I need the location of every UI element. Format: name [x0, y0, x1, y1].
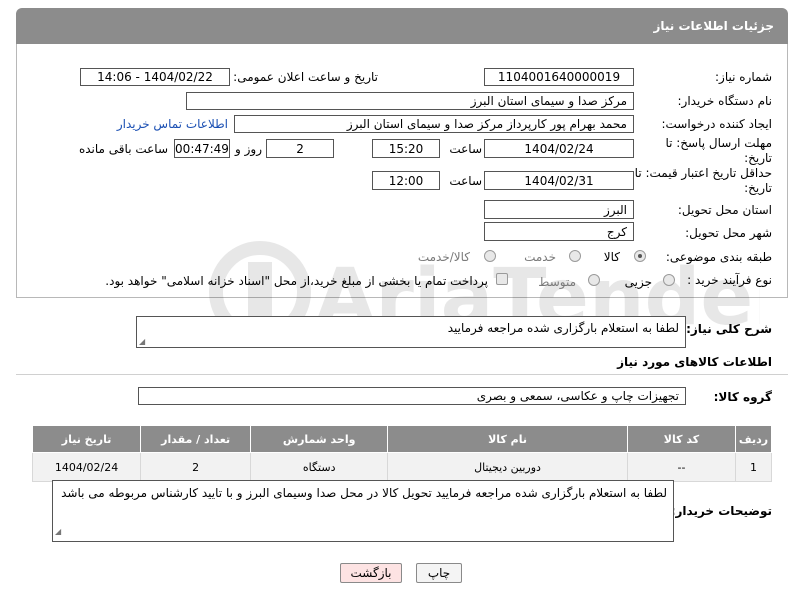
cell-qty: 2 [140, 452, 252, 482]
reply-date-field: 1404/02/24 [484, 139, 634, 158]
buyer-notes-text: لطفا به استعلام بارگزاری شده مراجعه فرما… [61, 486, 667, 500]
cell-date: 1404/02/24 [31, 452, 142, 482]
section-divider [16, 374, 788, 375]
province-field: البرز [484, 200, 634, 219]
city-label: شهر محل تحویل: [685, 226, 772, 240]
description-label: شرح کلی نیاز: [686, 322, 772, 336]
goods-group-label: گروه کالا: [713, 390, 772, 404]
category-label: طبقه بندی موضوعی: [665, 250, 772, 264]
days-field: 2 [266, 139, 334, 158]
days-label: روز و [235, 142, 262, 156]
category-goods-radio[interactable] [634, 250, 646, 262]
goods-group-field: تجهیزات چاپ و عکاسی، سمعی و بصری [138, 387, 686, 405]
col-date: تاریخ نیاز [31, 425, 142, 453]
price-time-field: 12:00 [372, 171, 440, 190]
category-service-label: خدمت [524, 250, 556, 264]
treasury-checkbox[interactable] [496, 273, 508, 285]
announce-label: تاریخ و ساعت اعلان عمومی: [233, 70, 378, 84]
col-name: نام کالا [387, 425, 628, 453]
price-time-label: ساعت [449, 174, 482, 188]
remaining-time-field: 00:47:49 [174, 139, 230, 158]
cell-name: دوربین دیجیتال [387, 452, 628, 482]
creator-label: ایجاد کننده درخواست: [661, 117, 772, 131]
process-medium-radio[interactable] [588, 274, 600, 286]
goods-section-title: اطلاعات کالاهای مورد نیاز [617, 355, 772, 369]
category-goods-label: کالا [603, 250, 620, 264]
buyer-org-label: نام دستگاه خریدار: [677, 94, 773, 108]
price-date-field: 1404/02/31 [484, 171, 634, 190]
page-title: جزئیات اطلاعات نیاز [653, 19, 774, 33]
reply-time-label: ساعت [449, 142, 482, 156]
payment-note: پرداخت تمام یا بخشی از مبلغ خرید،از محل … [105, 274, 488, 288]
buyer-notes-textarea[interactable]: لطفا به استعلام بارگزاری شده مراجعه فرما… [52, 480, 674, 542]
process-minor-radio[interactable] [663, 274, 675, 286]
goods-table: ردیف کد کالا نام کالا واحد شمارش تعداد /… [31, 425, 773, 482]
announce-field: 1404/02/22 - 14:06 [80, 68, 230, 86]
price-validity-label: حداقل تاریخ اعتبار قیمت: تا تاریخ: [634, 166, 772, 195]
province-label: استان محل تحویل: [677, 203, 772, 217]
col-unit: واحد شمارش [250, 425, 389, 453]
remaining-label: ساعت باقی مانده [78, 142, 168, 156]
goods-table-header: ردیف کد کالا نام کالا واحد شمارش تعداد /… [31, 425, 773, 453]
description-text: لطفا به استعلام بارگزاری شده مراجعه فرما… [447, 321, 679, 335]
col-code: کد کالا [626, 425, 736, 453]
process-medium-label: متوسط [538, 275, 576, 289]
buyer-notes-label: توضیحات خریدار: [670, 504, 772, 518]
resize-grip-icon[interactable]: ◢ [139, 337, 145, 346]
table-row: 1 -- دوربین دیجیتال دستگاه 2 1404/02/24 [31, 452, 773, 482]
col-qty: تعداد / مقدار [140, 425, 252, 453]
category-service-radio[interactable] [569, 250, 581, 262]
reply-time-field: 15:20 [372, 139, 440, 158]
resize-grip-icon[interactable]: ◢ [55, 524, 61, 540]
col-row: ردیف [734, 425, 773, 453]
buyer-org-field: مرکز صدا و سیمای استان البرز [186, 92, 634, 110]
process-label: نوع فرآیند خرید : [687, 273, 772, 287]
panel-header: جزئیات اطلاعات نیاز [16, 8, 788, 44]
category-both-radio[interactable] [484, 250, 496, 262]
need-number-label: شماره نیاز: [715, 70, 772, 84]
reply-deadline-label: مهلت ارسال پاسخ: تا تاریخ: [665, 136, 772, 165]
contact-info-link[interactable]: اطلاعات تماس خریدار [117, 117, 228, 131]
description-textarea[interactable]: لطفا به استعلام بارگزاری شده مراجعه فرما… [136, 316, 686, 348]
need-number-field: 1104001640000019 [484, 68, 634, 86]
cell-code: -- [626, 452, 736, 482]
category-both-label: کالا/خدمت [417, 250, 470, 264]
back-button[interactable]: بازگشت [340, 563, 402, 583]
creator-field: محمد بهرام پور کارپرداز مرکز صدا و سیمای… [234, 115, 634, 133]
print-button[interactable]: چاپ [416, 563, 462, 583]
cell-row: 1 [734, 452, 773, 482]
cell-unit: دستگاه [250, 452, 389, 482]
process-minor-label: جزیی [624, 275, 652, 289]
city-field: کرج [484, 222, 634, 241]
